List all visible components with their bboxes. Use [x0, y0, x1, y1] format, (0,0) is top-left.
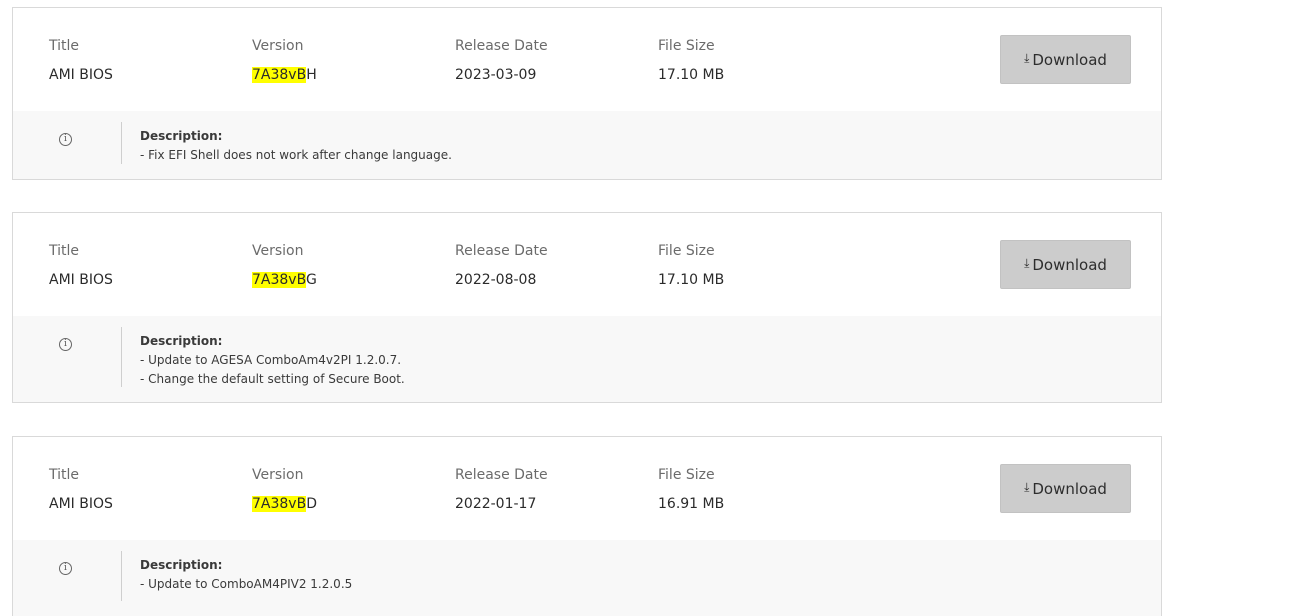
file-size-label: File Size [658, 467, 715, 483]
title-label: Title [49, 243, 80, 259]
bios-card: Title AMI BIOS Version 7A38vBG Release D… [12, 212, 1162, 403]
release-date-column: Release Date 2022-08-08 [455, 242, 548, 289]
title-label: Title [49, 467, 80, 483]
download-button[interactable]: ⤓ Download [1000, 240, 1131, 289]
divider [121, 327, 122, 387]
version-search-highlight: 7A38vB [252, 272, 306, 288]
version-suffix: H [306, 67, 317, 83]
info-circle-icon: i [59, 562, 72, 575]
version-value: 7A38vBD [252, 495, 317, 513]
version-label: Version [252, 243, 304, 259]
release-date-column: Release Date 2023-03-09 [455, 37, 548, 84]
description-text: Description: - Fix EFI Shell does not wo… [140, 127, 452, 165]
bios-card-header: Title AMI BIOS Version 7A38vBH Release D… [13, 8, 1161, 111]
version-value: 7A38vBH [252, 66, 317, 84]
version-column: Version 7A38vBD [252, 466, 317, 513]
description-panel: i Description: - Fix EFI Shell does not … [13, 111, 1161, 179]
title-column: Title AMI BIOS [49, 37, 113, 84]
title-column: Title AMI BIOS [49, 242, 113, 289]
release-date-value: 2023-03-09 [455, 67, 537, 83]
bios-card-header: Title AMI BIOS Version 7A38vBD Release D… [13, 437, 1161, 540]
divider [121, 122, 122, 164]
release-date-label: Release Date [455, 243, 548, 259]
description-title: Description: [140, 129, 223, 143]
file-size-value: 17.10 MB [658, 67, 725, 83]
download-button-label: Download [1032, 479, 1107, 498]
download-button-label: Download [1032, 255, 1107, 274]
download-button-label: Download [1032, 50, 1107, 69]
release-date-label: Release Date [455, 38, 548, 54]
download-button[interactable]: ⤓ Download [1000, 35, 1131, 84]
title-value: AMI BIOS [49, 272, 113, 288]
title-value: AMI BIOS [49, 67, 113, 83]
description-line: - Change the default setting of Secure B… [140, 372, 405, 386]
version-suffix: G [305, 272, 317, 288]
divider [121, 551, 122, 601]
release-date-column: Release Date 2022-01-17 [455, 466, 548, 513]
file-size-value: 16.91 MB [658, 496, 725, 512]
download-arrow-icon: ⤓ [1024, 480, 1030, 494]
description-line: - Update to ComboAM4PIV2 1.2.0.5 [140, 577, 353, 591]
file-size-column: File Size 17.10 MB [658, 242, 724, 289]
description-line: - Update to AGESA ComboAm4v2PI 1.2.0.7. [140, 353, 402, 367]
file-size-label: File Size [658, 243, 715, 259]
title-label: Title [49, 38, 80, 54]
title-value: AMI BIOS [49, 496, 113, 512]
description-line: - Fix EFI Shell does not work after chan… [140, 148, 452, 162]
bios-card: Title AMI BIOS Version 7A38vBH Release D… [12, 7, 1162, 180]
description-text: Description: - Update to AGESA ComboAm4v… [140, 332, 405, 389]
version-column: Version 7A38vBG [252, 242, 317, 289]
description-title: Description: [140, 558, 223, 572]
release-date-value: 2022-08-08 [455, 272, 537, 288]
description-title: Description: [140, 334, 223, 348]
bios-card: Title AMI BIOS Version 7A38vBD Release D… [12, 436, 1162, 616]
title-column: Title AMI BIOS [49, 466, 113, 513]
version-search-highlight: 7A38vB [252, 67, 307, 83]
info-circle-icon: i [59, 338, 72, 351]
info-circle-icon: i [59, 133, 72, 146]
download-arrow-icon: ⤓ [1024, 256, 1030, 270]
version-suffix: D [306, 496, 317, 512]
download-arrow-icon: ⤓ [1024, 51, 1030, 65]
version-label: Version [252, 38, 304, 54]
version-search-highlight: 7A38vB [252, 496, 307, 512]
description-text: Description: - Update to ComboAM4PIV2 1.… [140, 556, 352, 594]
file-size-column: File Size 16.91 MB [658, 466, 724, 513]
version-label: Version [252, 467, 304, 483]
bios-card-header: Title AMI BIOS Version 7A38vBG Release D… [13, 213, 1161, 316]
version-value: 7A38vBG [252, 271, 317, 289]
file-size-value: 17.10 MB [658, 272, 725, 288]
release-date-label: Release Date [455, 467, 548, 483]
release-date-value: 2022-01-17 [455, 496, 537, 512]
file-size-label: File Size [658, 38, 715, 54]
download-button[interactable]: ⤓ Download [1000, 464, 1131, 513]
description-panel: i Description: - Update to AGESA ComboAm… [13, 316, 1161, 402]
description-panel: i Description: - Update to ComboAM4PIV2 … [13, 540, 1161, 616]
file-size-column: File Size 17.10 MB [658, 37, 724, 84]
version-column: Version 7A38vBH [252, 37, 317, 84]
